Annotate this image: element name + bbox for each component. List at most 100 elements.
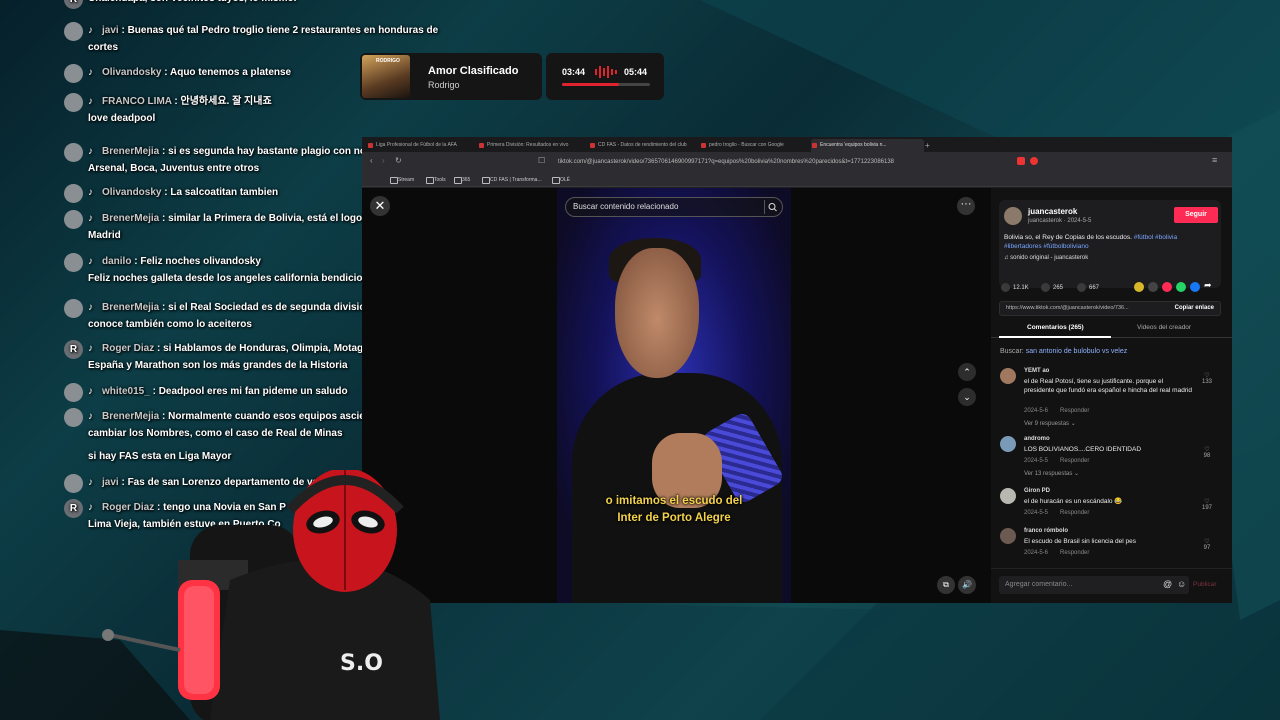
more-options-icon[interactable]: ··· [957,197,975,215]
comment-date: 2024-5-5 [1024,458,1049,464]
embed-icon[interactable] [1148,282,1158,292]
share-arrow-icon[interactable]: ➦ [1204,280,1212,291]
comment-like[interactable]: ♡ 197 [1199,498,1215,511]
reply-button[interactable]: Responder [1060,408,1089,414]
chat-avatar [64,299,83,318]
tab-comments[interactable]: Comentarios (265) [1027,324,1084,331]
comment-like[interactable]: ♡ 98 [1199,446,1215,459]
comment-avatar[interactable] [1000,528,1016,544]
comment-author[interactable]: andromo [1024,436,1050,442]
chat-avatar [64,210,83,229]
next-video-icon[interactable]: ⌄ [958,388,976,406]
floating-player-icon[interactable]: ⧉ [937,576,955,594]
comment-meta: 2024-5-5 Responder [1024,458,1089,464]
video-person-face [615,248,699,378]
new-tab-button[interactable]: + [925,139,937,152]
video-link-field[interactable]: https://www.tiktok.com/@juancasterok/vid… [999,301,1221,316]
sound-link[interactable]: ♫ sonido original - juancasterok [1004,255,1088,261]
share-tiktok-icon[interactable] [1162,282,1172,292]
menu-icon[interactable]: ≡ [1212,155,1217,165]
heart-outline-icon: ♡ [1204,499,1210,505]
author-name[interactable]: juancasterok [1028,207,1077,216]
previous-video-icon[interactable]: ⌃ [958,363,976,381]
bookmark-item[interactable]: Tools [426,175,446,185]
bookmark-item[interactable]: Stream [390,175,414,185]
tab-bar: Liga Profesional de Fútbol de la AFA Prim… [362,137,1232,152]
bookmark-icon[interactable]: ☐ [538,156,545,165]
mention-icon[interactable]: @ [1163,579,1172,589]
description-text: Bolivia so, el Rey de Copias de los escu… [1004,234,1134,241]
chat-username: FRANCO LIMA [102,96,172,107]
publish-button[interactable]: Publicar [1193,581,1216,588]
playback-timer: 03:44 05:44 [546,53,664,100]
reply-button[interactable]: Responder [1060,550,1089,556]
comment-avatar[interactable] [1000,368,1016,384]
comment-author[interactable]: YEMT ao [1024,368,1049,374]
like-count[interactable]: 12.1K [1001,283,1029,293]
reload-icon[interactable]: ↻ [395,156,402,165]
back-icon[interactable]: ‹ [370,156,373,165]
view-replies-button[interactable]: Ver 13 respuestas ⌄ [1024,470,1079,477]
tiktok-page: ✕ o imitamos el escudo del Inter de Port… [362,188,1232,603]
forward-icon[interactable]: › [382,156,385,165]
elapsed-time: 03:44 [562,67,586,77]
tiktok-icon: ♪ [88,411,93,422]
reply-button[interactable]: Responder [1060,510,1089,516]
song-artist: Rodrigo [428,80,460,90]
search-suggestion[interactable]: Buscar: san antonio de bulobulo vs velez [1000,348,1127,355]
volume-icon[interactable]: 🔊 [958,576,976,594]
extension-badge-icon[interactable] [1030,157,1038,165]
comment-text: LOS BOLIVIANOS....CERO IDENTIDAD [1024,446,1142,453]
chat-avatar [64,184,83,203]
author-avatar[interactable] [1004,207,1022,225]
bookmark-item[interactable]: 365 [454,175,470,185]
caption-line-1: o imitamos el escudo del [605,495,743,507]
video-player[interactable]: o imitamos el escudo del Inter de Porto … [557,188,791,603]
comment-avatar[interactable] [1000,436,1016,452]
save-count[interactable]: 667 [1077,283,1099,293]
related-search-input[interactable]: Buscar contenido relacionado [565,197,783,217]
browser-tab[interactable]: Liga Profesional de Fútbol de la AFA [367,139,480,152]
facebook-icon[interactable] [1190,282,1200,292]
browser-tab[interactable]: Primera División: Resultados en vivo [478,139,591,152]
emoji-icon[interactable]: ☺ [1177,579,1186,589]
whatsapp-icon[interactable] [1176,282,1186,292]
search-icon[interactable] [764,200,778,214]
browser-tab[interactable]: CD FAS - Datos de rendimiento del club [589,139,702,152]
comment-avatar[interactable] [1000,488,1016,504]
comment-meta: 2024-5-6 Responder [1024,408,1089,414]
follow-button[interactable]: Seguir [1174,207,1218,223]
share-coin-icon[interactable] [1134,282,1144,292]
tiktok-icon: ♪ [88,146,93,157]
add-comment-input[interactable]: Agregar comentario... [999,576,1189,594]
browser-tab[interactable]: Encuentra 'equipos bolivia n... [811,139,924,152]
comment-like[interactable]: ♡ 97 [1199,538,1215,551]
chat-text-continued: love deadpool [88,113,156,124]
comment-count[interactable]: 265 [1041,283,1063,293]
equalizer-icon [595,66,617,78]
bookmark-item[interactable]: CD FAS | Transforma... [482,175,542,185]
url-field[interactable]: tiktok.com/@juancasterok/video/736570614… [558,155,968,169]
chat-text: Aquo tenemos a platense [169,67,292,78]
tab-label: CD FAS - Datos de rendimiento del club [598,142,687,148]
browser-tab[interactable]: pedro troglio - Buscar con Google [700,139,813,152]
view-replies-button[interactable]: Ver 9 respuestas ⌄ [1024,420,1076,427]
comment-date: 2024-5-6 [1024,550,1049,556]
chat-username: BrenerMejia [102,213,160,224]
comment-author[interactable]: Giron PD [1024,488,1050,494]
extension-icon[interactable] [1017,157,1025,165]
tiktok-icon: ♪ [88,67,93,78]
bookmark-item[interactable]: OLÉ [552,175,570,185]
tab-favicon-icon [812,143,817,148]
video-link-text: https://www.tiktok.com/@juancasterok/vid… [1006,305,1129,311]
reply-button[interactable]: Responder [1060,458,1089,464]
chat-text: Feliz noches olivandosky [140,256,261,267]
comment-like[interactable]: ♡ 133 [1199,372,1215,385]
comment-author[interactable]: franco rómbolo [1024,528,1068,534]
tab-creator-videos[interactable]: Videos del creador [1137,324,1191,331]
search-suggestion-query[interactable]: san antonio de bulobulo vs velez [1026,348,1128,355]
copy-link-button[interactable]: Copiar enlace [1175,302,1214,315]
address-bar-row: ‹ › ↻ ☐ tiktok.com/@juancasterok/video/7… [362,152,1232,173]
chat-username: BrenerMejia [102,146,160,157]
close-icon[interactable]: ✕ [370,196,390,216]
